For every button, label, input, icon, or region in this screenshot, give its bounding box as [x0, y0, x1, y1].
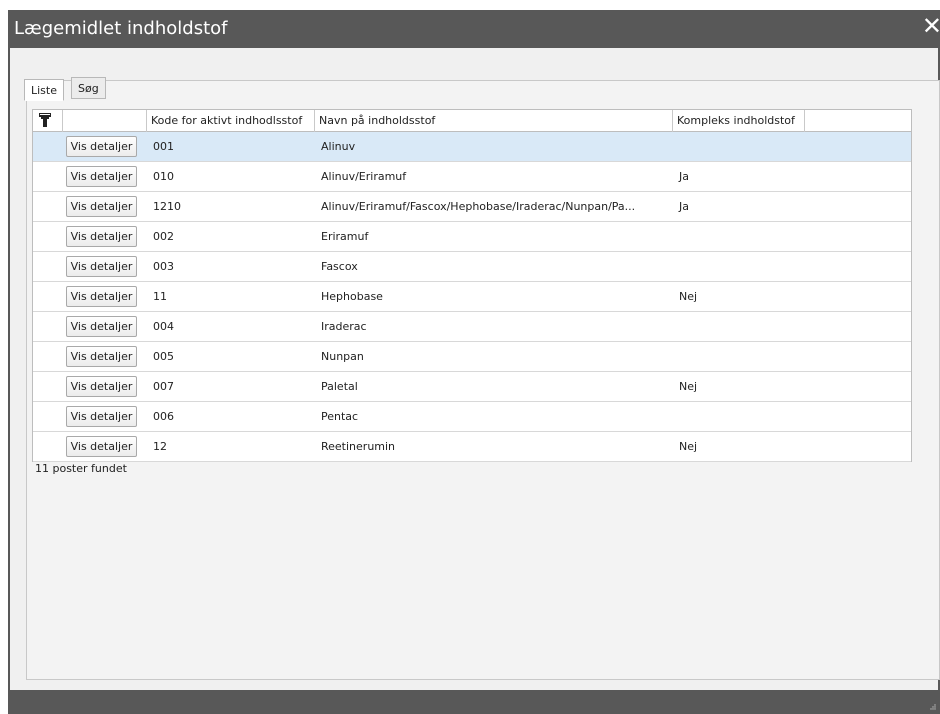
vis-detaljer-button[interactable]: Vis detaljer	[66, 406, 137, 427]
resize-grip-icon[interactable]	[930, 704, 936, 710]
vis-detaljer-button[interactable]: Vis detaljer	[66, 436, 137, 457]
cell-code: 11	[153, 290, 167, 303]
title-bar[interactable]: Lægemidlet indholdstof ✕	[8, 10, 940, 48]
vis-detaljer-button[interactable]: Vis detaljer	[66, 136, 137, 157]
filter-icon[interactable]	[39, 113, 51, 127]
cell-name: Alinuv/Eriramuf	[321, 170, 407, 183]
cell-code: 003	[153, 260, 174, 273]
cell-complex	[673, 222, 805, 251]
column-header-name[interactable]: Navn på indholdsstof	[315, 110, 673, 132]
button-column-header	[63, 110, 147, 132]
cell-name: Paletal	[321, 380, 358, 393]
vis-detaljer-button[interactable]: Vis detaljer	[66, 316, 137, 337]
cell-code: 006	[153, 410, 174, 423]
table-row[interactable]: Vis detaljer 1210 Alinuv/Eriramuf/Fascox/H…	[33, 192, 911, 222]
vis-detaljer-button[interactable]: Vis detaljer	[66, 196, 137, 217]
table-row[interactable]: Vis detaljer 006 Pentac	[33, 402, 911, 432]
table-row[interactable]: Vis detaljer 007 Paletal Nej	[33, 372, 911, 402]
filter-header[interactable]	[33, 110, 63, 132]
vis-detaljer-button[interactable]: Vis detaljer	[66, 226, 137, 247]
table-row[interactable]: Vis detaljer 12 Reetinerumin Nej	[33, 432, 911, 462]
cell-code: 001	[153, 140, 174, 153]
cell-name: Reetinerumin	[321, 440, 396, 453]
column-header-code[interactable]: Kode for aktivt indhodlsstof	[147, 110, 315, 132]
cell-code: 004	[153, 320, 174, 333]
table-header: Kode for aktivt indhodlsstof Navn på ind…	[33, 110, 911, 132]
vis-detaljer-button[interactable]: Vis detaljer	[66, 376, 137, 397]
vis-detaljer-button[interactable]: Vis detaljer	[66, 346, 137, 367]
table-row[interactable]: Vis detaljer 002 Eriramuf	[33, 222, 911, 252]
cell-code: 12	[153, 440, 167, 453]
cell-complex	[673, 312, 805, 341]
cell-complex: Ja	[679, 200, 689, 213]
cell-code: 007	[153, 380, 174, 393]
cell-name: Pentac	[321, 410, 359, 423]
tab-sog[interactable]: Søg	[71, 77, 106, 99]
cell-code: 1210	[153, 200, 181, 213]
cell-code: 005	[153, 350, 174, 363]
cell-name: Iraderac	[321, 320, 367, 333]
cell-name: Hephobase	[321, 290, 383, 303]
table-row[interactable]: Vis detaljer 003 Fascox	[33, 252, 911, 282]
record-count: 11 poster fundet	[35, 462, 127, 475]
cell-name: Fascox	[321, 260, 358, 273]
table-row[interactable]: Vis detaljer 005 Nunpan	[33, 342, 911, 372]
cell-code: 010	[153, 170, 174, 183]
cell-complex: Ja	[679, 170, 689, 183]
cell-complex: Nej	[679, 290, 698, 303]
cell-complex	[673, 252, 805, 281]
cell-complex: Nej	[679, 440, 698, 453]
cell-complex	[673, 402, 805, 431]
table-row[interactable]: Vis detaljer 004 Iraderac	[33, 312, 911, 342]
table-row[interactable]: Vis detaljer 010 Alinuv/Eriramuf Ja	[33, 162, 911, 192]
close-icon[interactable]: ✕	[922, 14, 940, 38]
cell-name: Alinuv	[321, 140, 356, 153]
window-title: Lægemidlet indholdstof	[14, 18, 228, 39]
table-row[interactable]: Vis detaljer 11 Hephobase Nej	[33, 282, 911, 312]
cell-complex	[673, 132, 805, 161]
vis-detaljer-button[interactable]: Vis detaljer	[66, 256, 137, 277]
cell-name: Alinuv/Eriramuf/Fascox/Hephobase/Iradera…	[321, 200, 636, 213]
table-row[interactable]: Vis detaljer 001 Alinuv	[33, 132, 911, 162]
vis-detaljer-button[interactable]: Vis detaljer	[66, 166, 137, 187]
cell-name: Eriramuf	[321, 230, 369, 243]
column-header-complex[interactable]: Kompleks indholdstof	[673, 110, 805, 132]
cell-name: Nunpan	[321, 350, 364, 363]
results-table: Kode for aktivt indhodlsstof Navn på ind…	[32, 109, 912, 462]
tab-liste[interactable]: Liste	[24, 79, 64, 101]
cell-complex	[673, 342, 805, 371]
cell-complex: Nej	[679, 380, 698, 393]
vis-detaljer-button[interactable]: Vis detaljer	[66, 286, 137, 307]
bottom-bar	[8, 690, 940, 714]
cell-code: 002	[153, 230, 174, 243]
